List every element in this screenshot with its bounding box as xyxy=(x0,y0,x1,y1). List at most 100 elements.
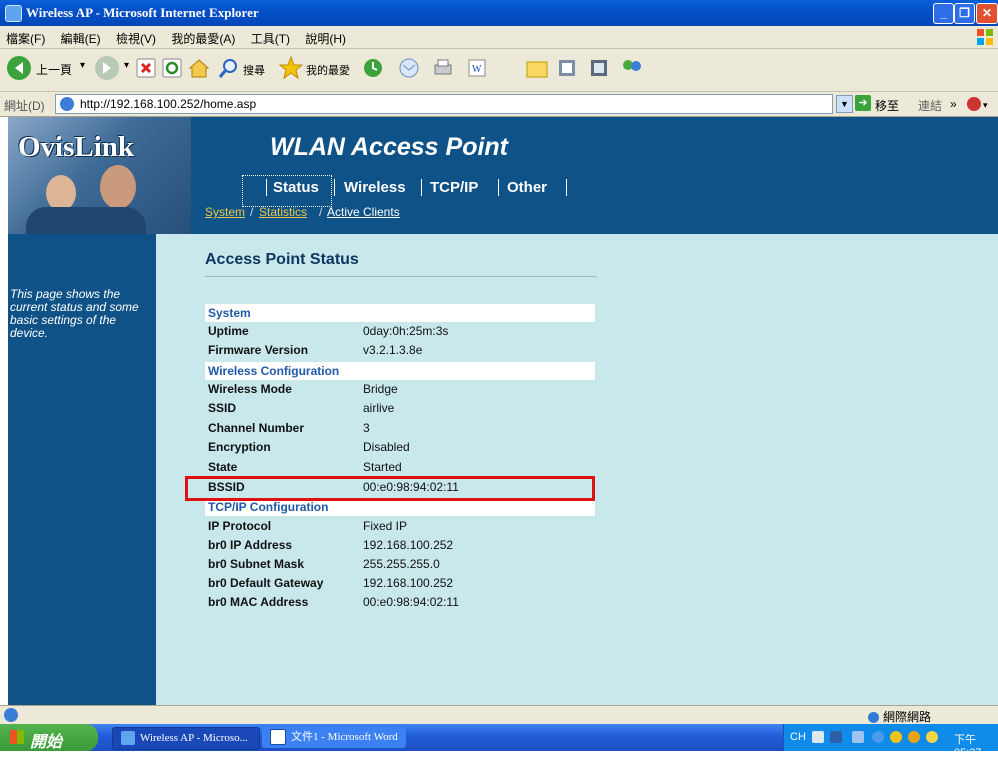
network-icon[interactable] xyxy=(852,731,864,743)
forward-dropdown-icon[interactable]: ▾ xyxy=(124,60,129,71)
restore-button[interactable]: ❐ xyxy=(954,3,975,24)
status-row: IP Protocol Fixed IP xyxy=(205,517,595,536)
menu-file[interactable]: 檔案(F) xyxy=(0,26,51,47)
menu-favorites[interactable]: 我的最愛(A) xyxy=(165,26,241,47)
history-icon[interactable] xyxy=(362,57,384,79)
taskbar-item-word[interactable]: 文件1 - Microsoft Word xyxy=(262,727,406,748)
print-icon[interactable] xyxy=(432,57,454,79)
menu-tools[interactable]: 工具(T) xyxy=(245,26,296,47)
start-button[interactable]: 開始 xyxy=(0,724,98,751)
row-key: SSID xyxy=(208,401,237,415)
taskbar-item-ie[interactable]: Wireless AP - Microso... xyxy=(112,727,260,750)
status-row: State Started xyxy=(205,458,595,477)
row-value: 0day:0h:25m:3s xyxy=(363,324,449,338)
menu-view[interactable]: 檢視(V) xyxy=(110,26,162,47)
zone-label: 網際網路 xyxy=(883,710,932,724)
status-row: br0 IP Address 192.168.100.252 xyxy=(205,536,595,555)
address-dropdown-icon[interactable]: ▼ xyxy=(836,95,853,113)
row-key: br0 MAC Address xyxy=(208,595,309,609)
subnav-statistics[interactable]: Statistics xyxy=(259,205,307,219)
ie-icon xyxy=(121,731,135,746)
photo-person-child xyxy=(46,175,76,211)
tray-alert-icon[interactable] xyxy=(926,731,938,743)
photo-person-adult xyxy=(100,165,136,209)
row-key: br0 Default Gateway xyxy=(208,576,324,590)
left-sidebar: This page shows the current status and s… xyxy=(8,234,156,705)
tray-app-icon[interactable] xyxy=(890,731,902,743)
messenger-icon[interactable] xyxy=(620,57,644,79)
menu-bar: 檔案(F) 編輯(E) 檢視(V) 我的最愛(A) 工具(T) 說明(H) xyxy=(0,26,998,49)
row-key: Firmware Version xyxy=(208,343,309,357)
back-dropdown-icon[interactable]: ▾ xyxy=(80,60,85,71)
search-button-label[interactable]: 搜尋 xyxy=(243,62,265,78)
favorites-button-label[interactable]: 我的最愛 xyxy=(306,62,350,78)
favorites-star-icon[interactable] xyxy=(278,55,304,81)
row-value: Disabled xyxy=(363,440,410,454)
section-heading: Access Point Status xyxy=(205,251,359,268)
back-icon[interactable] xyxy=(6,55,32,81)
windows-logo-icon xyxy=(977,29,993,45)
home-icon[interactable] xyxy=(188,57,210,79)
page-status-icon xyxy=(4,708,18,722)
menu-edit[interactable]: 編輯(E) xyxy=(55,26,107,47)
tab-tcpip[interactable]: TCP/IP xyxy=(430,179,478,196)
tab-wireless[interactable]: Wireless xyxy=(344,179,406,196)
links-button[interactable]: 連結 xyxy=(918,97,942,114)
addon-icon[interactable]: ▾ xyxy=(966,96,988,112)
sidebar-help-text: This page shows the current status and s… xyxy=(10,287,139,340)
row-value: v3.2.1.3.8e xyxy=(363,343,423,357)
ie-icon xyxy=(5,5,22,22)
links-chevron-icon[interactable]: » xyxy=(950,97,957,111)
status-row: br0 Subnet Mask 255.255.255.0 xyxy=(205,555,595,574)
language-indicator[interactable]: CH xyxy=(790,731,806,743)
page-header: OvisLink WLAN Access Point Status Wirele… xyxy=(8,117,998,234)
security-shield-icon[interactable] xyxy=(908,731,920,743)
forward-icon[interactable] xyxy=(94,55,120,81)
tab-other[interactable]: Other xyxy=(507,179,547,196)
go-arrow-icon[interactable]: ➜ xyxy=(855,95,871,111)
messenger-grid-icon[interactable] xyxy=(588,57,610,79)
web-page: OvisLink WLAN Access Point Status Wirele… xyxy=(8,117,998,705)
security-zone: 網際網路 xyxy=(868,708,931,725)
status-row: Uptime 0day:0h:25m:3s xyxy=(205,322,595,341)
tab-separator xyxy=(498,179,499,196)
row-key: Channel Number xyxy=(208,421,305,435)
row-value: 192.168.100.252 xyxy=(363,538,454,552)
row-value: Bridge xyxy=(363,382,398,396)
heading-divider xyxy=(205,276,597,277)
minimize-button[interactable]: _ xyxy=(933,3,954,24)
row-key: IP Protocol xyxy=(208,519,272,533)
subnav-system[interactable]: System xyxy=(205,205,245,219)
window-title: Wireless AP - Microsoft Internet Explore… xyxy=(26,5,259,20)
mail-icon[interactable] xyxy=(398,57,420,79)
search-icon[interactable] xyxy=(218,57,240,79)
menu-help[interactable]: 說明(H) xyxy=(299,26,352,47)
edit-document-icon[interactable]: W xyxy=(466,57,488,79)
help-icon[interactable] xyxy=(830,731,842,743)
status-row: br0 Default Gateway 192.168.100.252 xyxy=(205,574,595,593)
tab-separator xyxy=(421,179,422,196)
status-bar: 網際網路 xyxy=(0,705,998,725)
folder-icon[interactable] xyxy=(526,58,548,78)
row-value: 192.168.100.252 xyxy=(363,576,454,590)
window-titlebar: Wireless AP - Microsoft Internet Explore… xyxy=(0,0,998,26)
row-value: Fixed IP xyxy=(363,519,408,533)
go-button[interactable]: 移至 xyxy=(875,97,899,114)
research-icon[interactable] xyxy=(556,57,578,79)
subnav-separator: / xyxy=(250,205,254,219)
address-input[interactable]: http://192.168.100.252/home.asp xyxy=(55,94,833,114)
tab-status[interactable]: Status xyxy=(273,179,319,196)
close-button[interactable]: ✕ xyxy=(976,3,998,24)
back-button-label[interactable]: 上一頁 xyxy=(36,61,72,78)
page-title: WLAN Access Point xyxy=(270,133,509,161)
stop-icon[interactable] xyxy=(136,58,156,78)
refresh-icon[interactable] xyxy=(162,58,182,78)
keyboard-icon[interactable] xyxy=(812,731,824,743)
clock: 下午 05:37 xyxy=(954,734,982,759)
tray-arrow-icon[interactable] xyxy=(872,731,884,743)
address-url[interactable]: http://192.168.100.252/home.asp xyxy=(80,97,256,111)
row-value: Started xyxy=(363,460,402,474)
address-bar: 網址(D) http://192.168.100.252/home.asp ▼ … xyxy=(0,92,998,117)
subnav-active-clients[interactable]: Active Clients xyxy=(327,205,400,219)
section-header-system: System xyxy=(205,304,595,322)
